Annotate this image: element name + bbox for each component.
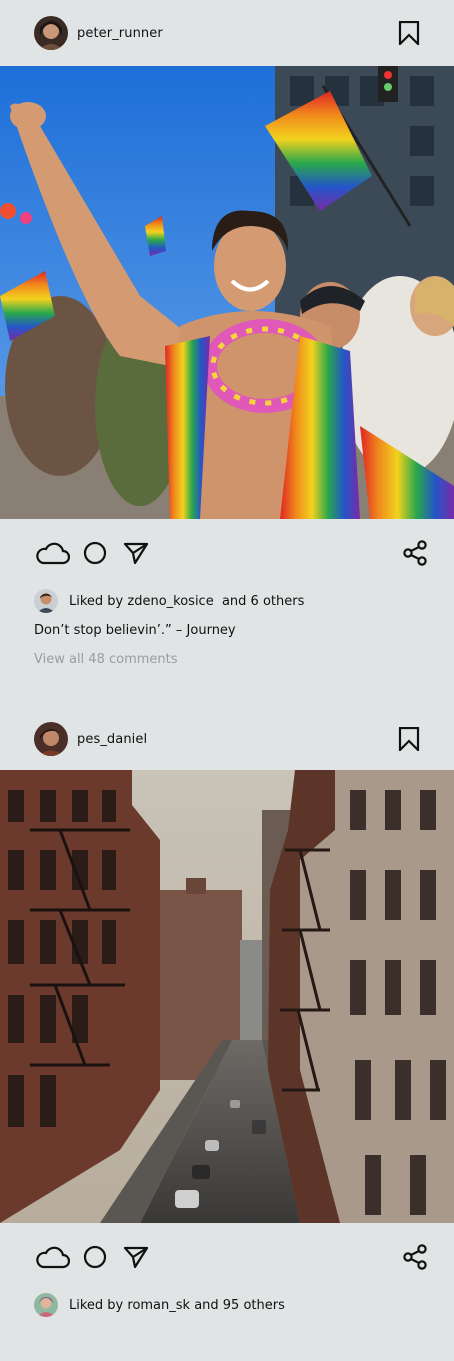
cloud-icon[interactable] bbox=[34, 540, 70, 566]
post-photo[interactable] bbox=[0, 66, 454, 519]
bookmark-icon[interactable] bbox=[398, 20, 420, 47]
avatar[interactable] bbox=[34, 589, 58, 613]
cloud-icon[interactable] bbox=[34, 1244, 70, 1270]
share-icon[interactable] bbox=[402, 1244, 428, 1270]
username[interactable]: pes_daniel bbox=[77, 732, 147, 747]
post-actions bbox=[0, 519, 454, 587]
circle-icon[interactable] bbox=[83, 541, 107, 565]
paper-plane-icon[interactable] bbox=[123, 1245, 149, 1269]
avatar[interactable] bbox=[34, 16, 68, 50]
post-1: peter_runner Liked by zdeno_kosice and 6… bbox=[0, 0, 454, 670]
post-2: pes_daniel Liked by roman_sk and 95 othe… bbox=[0, 708, 454, 1319]
avatar[interactable] bbox=[34, 722, 68, 756]
likes-text[interactable]: Liked by roman_sk and 95 others bbox=[69, 1298, 285, 1313]
paper-plane-icon[interactable] bbox=[123, 541, 149, 565]
circle-icon[interactable] bbox=[83, 1245, 107, 1269]
post-actions bbox=[0, 1223, 454, 1291]
post-photo[interactable] bbox=[0, 770, 454, 1223]
avatar[interactable] bbox=[34, 1293, 58, 1317]
username[interactable]: peter_runner bbox=[77, 26, 163, 41]
likes-text[interactable]: Liked by zdeno_kosice and 6 others bbox=[69, 594, 304, 609]
bookmark-icon[interactable] bbox=[398, 726, 420, 753]
post-header: pes_daniel bbox=[0, 708, 454, 770]
caption: Don’t stop believin’.” – Journey bbox=[34, 623, 236, 638]
post-header: peter_runner bbox=[0, 0, 454, 66]
share-icon[interactable] bbox=[402, 540, 428, 566]
view-comments-link[interactable]: View all 48 comments bbox=[0, 650, 454, 670]
likes-row: Liked by zdeno_kosice and 6 others bbox=[0, 587, 454, 615]
likes-row: Liked by roman_sk and 95 others bbox=[0, 1291, 454, 1319]
